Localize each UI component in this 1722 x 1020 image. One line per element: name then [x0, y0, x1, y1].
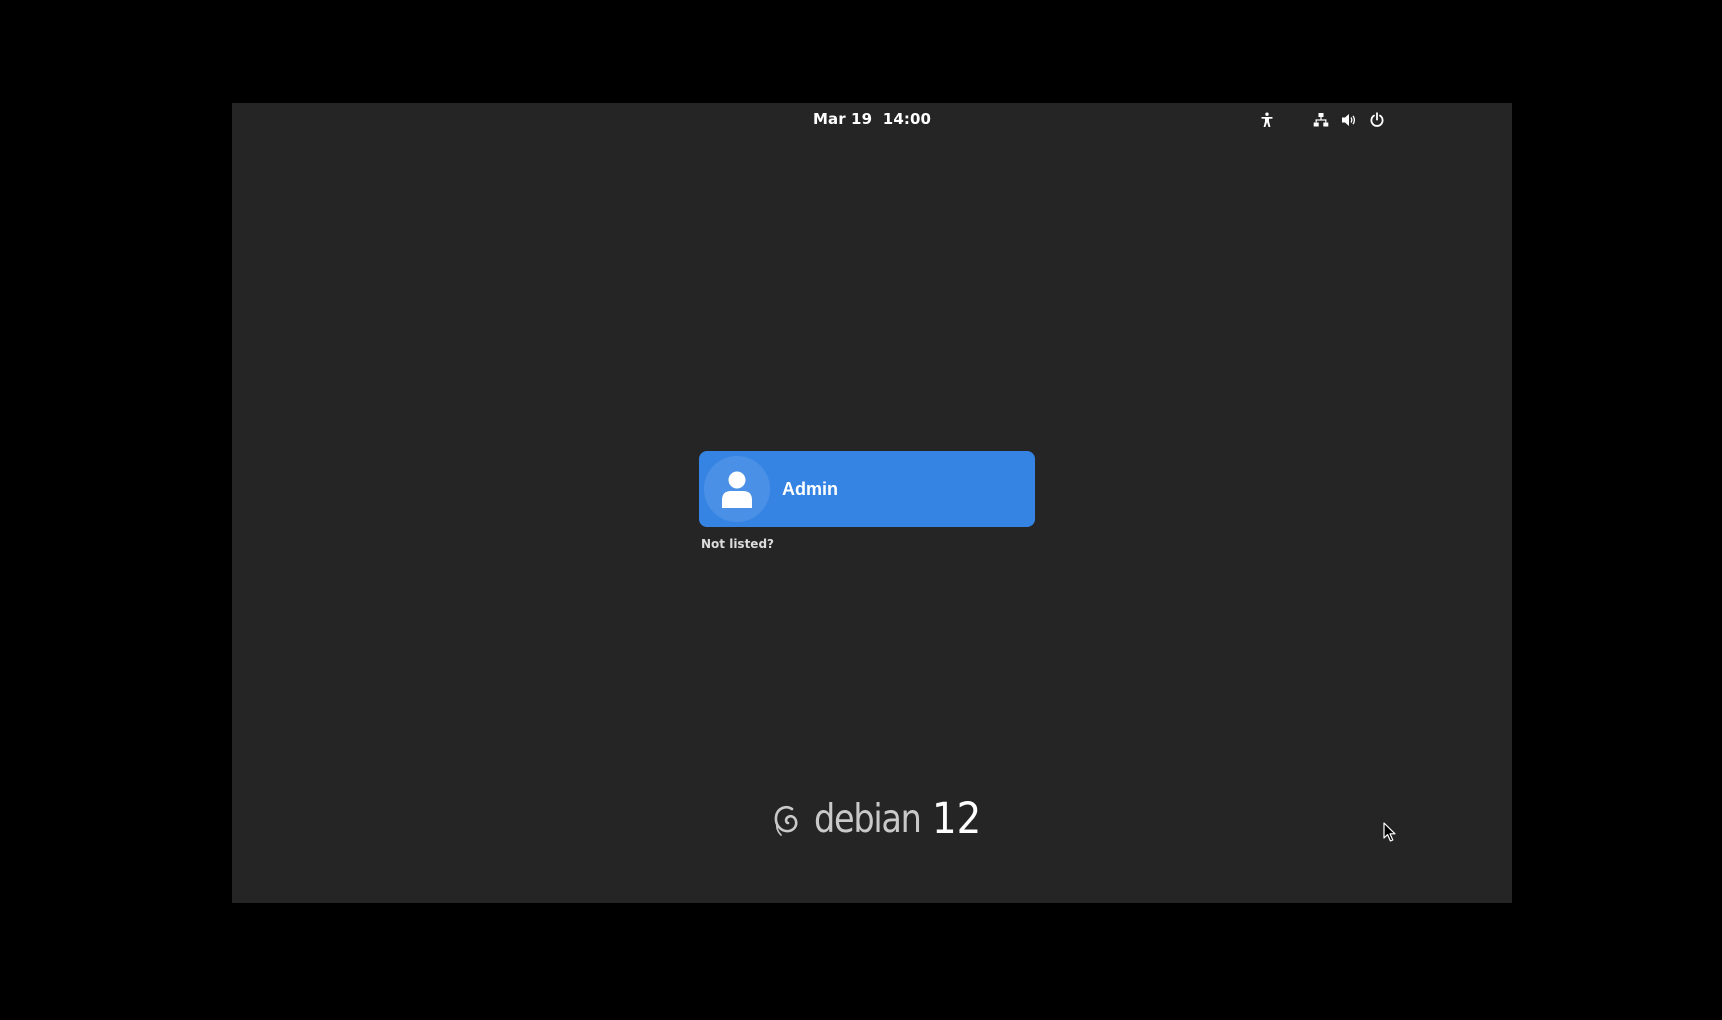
mouse-pointer-icon	[1383, 822, 1397, 846]
user-name: Admin	[782, 478, 838, 499]
debian-branding: debian 12	[772, 793, 987, 845]
not-listed-link[interactable]: Not listed?	[701, 537, 774, 551]
accessibility-icon[interactable]	[1258, 111, 1276, 129]
clock-date: Mar 19	[812, 110, 873, 128]
volume-icon[interactable]	[1340, 111, 1358, 129]
user-item-admin[interactable]: Admin	[699, 451, 1035, 527]
network-icon[interactable]	[1312, 111, 1330, 129]
top-bar: Mar 19 14:00	[232, 103, 1512, 135]
brand-wordmark: debian	[814, 796, 922, 842]
debian-swirl-icon	[774, 805, 798, 836]
user-avatar-icon	[704, 456, 770, 522]
brand-version: 12	[932, 794, 982, 844]
power-icon[interactable]	[1368, 111, 1386, 129]
login-screen: Mar 19 14:00 Admin Not listed? debian 12	[232, 103, 1512, 903]
date-time-button[interactable]: Mar 19 14:00	[805, 110, 939, 128]
clock-time: 14:00	[882, 110, 932, 128]
